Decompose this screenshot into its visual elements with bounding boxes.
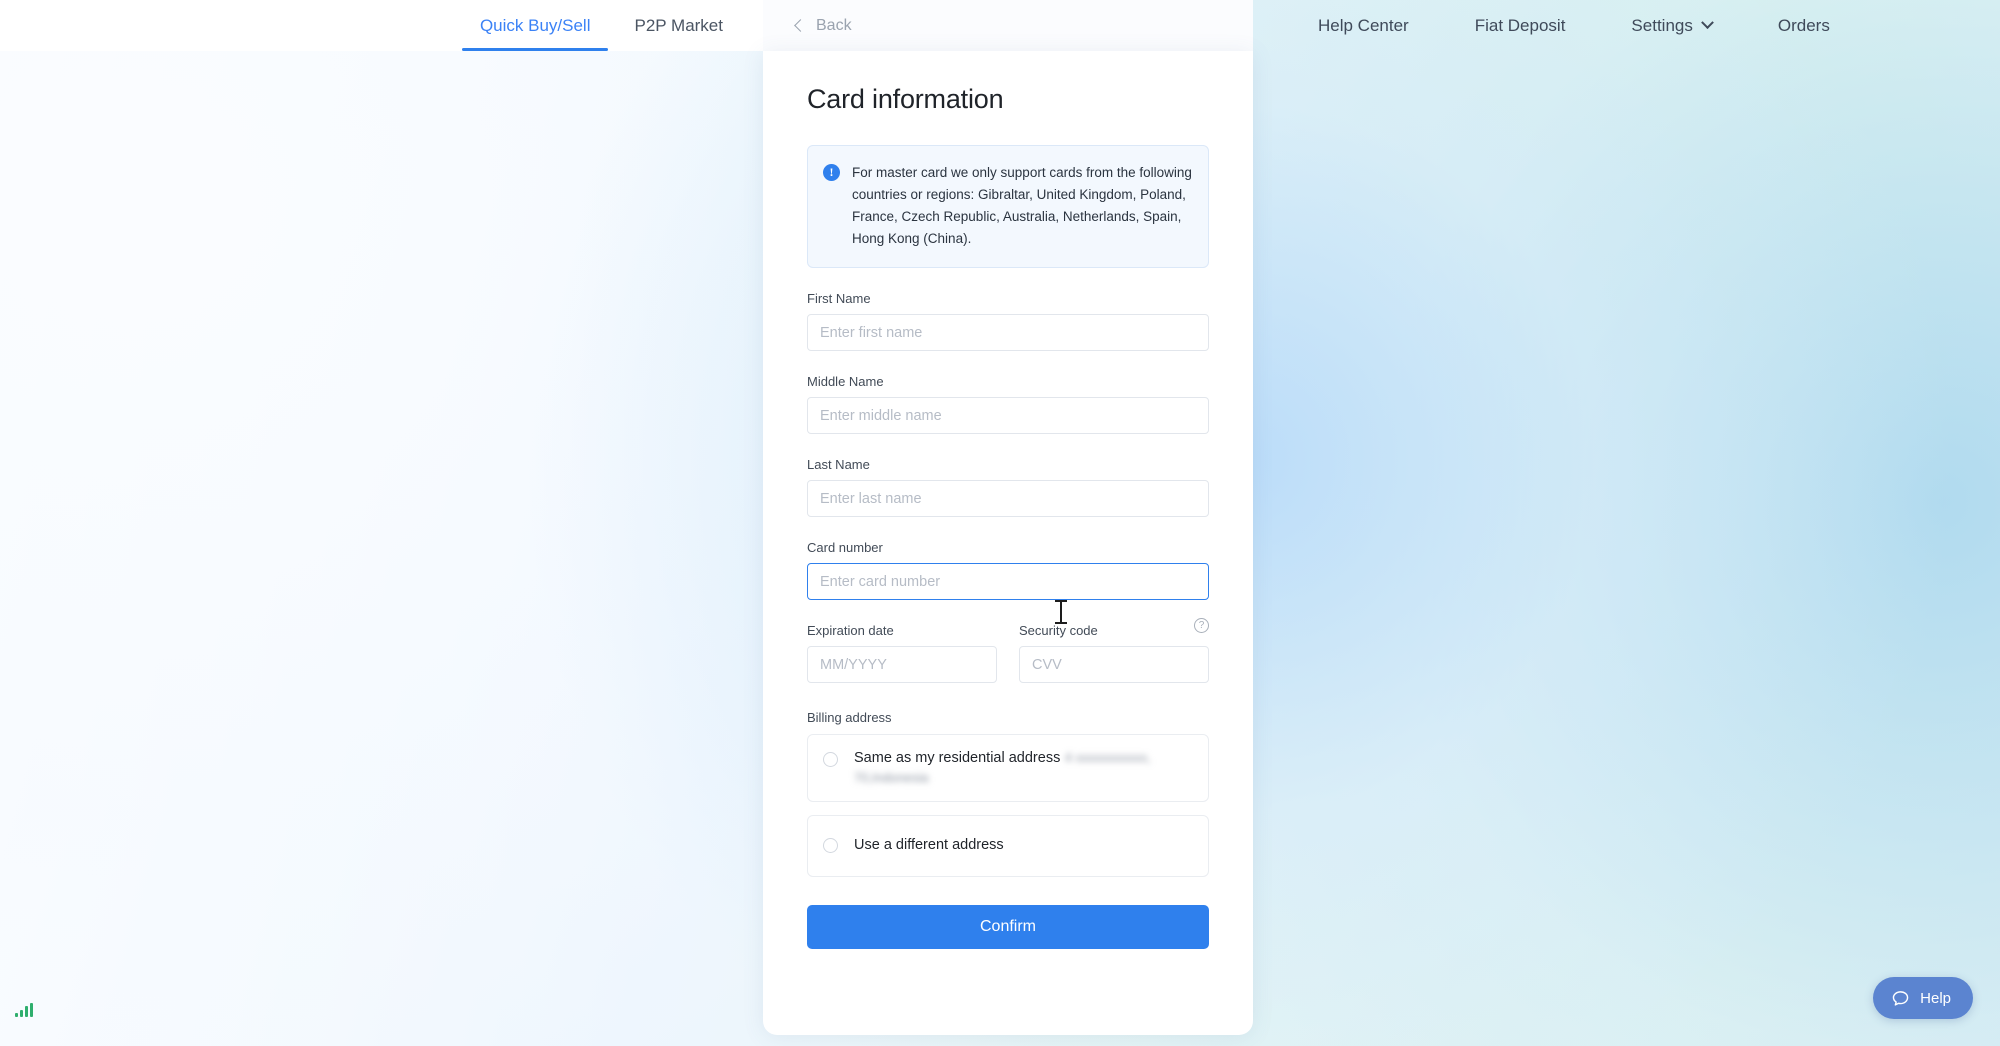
last-name-field-group: Last Name bbox=[807, 457, 1209, 517]
tab-quick-buy-sell-label: Quick Buy/Sell bbox=[479, 15, 591, 35]
nav-item-help-center[interactable]: Help Center bbox=[1285, 0, 1442, 51]
card-number-label: Card number bbox=[807, 540, 883, 555]
help-widget-button[interactable]: Help bbox=[1873, 977, 1973, 1019]
billing-address-label: Billing address bbox=[807, 710, 892, 725]
middle-name-input[interactable] bbox=[807, 397, 1209, 434]
expiration-date-field-group: Expiration date bbox=[807, 623, 997, 683]
primary-tabs: Quick Buy/Sell P2P Market bbox=[0, 0, 763, 51]
last-name-input[interactable] bbox=[807, 480, 1209, 517]
security-code-label: Security code bbox=[1019, 623, 1098, 638]
security-code-field-group: Security code bbox=[1019, 623, 1209, 683]
page-title: Card information bbox=[807, 84, 1004, 114]
first-name-input[interactable] bbox=[807, 314, 1209, 351]
last-name-label: Last Name bbox=[807, 457, 870, 472]
security-code-input[interactable] bbox=[1019, 646, 1209, 683]
card-number-field-group: Card number bbox=[807, 540, 1209, 600]
first-name-field-group: First Name bbox=[807, 291, 1209, 351]
nav-item-fiat-deposit-label: Fiat Deposit bbox=[1474, 15, 1566, 35]
info-icon: ! bbox=[823, 164, 840, 181]
confirm-button[interactable]: Confirm bbox=[807, 904, 1209, 949]
question-mark-icon[interactable]: ? bbox=[1194, 618, 1209, 633]
help-widget-label: Help bbox=[1920, 989, 1951, 1007]
radio-icon[interactable] bbox=[823, 838, 838, 854]
chevron-left-icon bbox=[794, 19, 807, 32]
tab-p2p-market[interactable]: P2P Market bbox=[612, 0, 745, 51]
chat-bubble-icon bbox=[1892, 990, 1909, 1006]
chevron-down-icon bbox=[1700, 16, 1714, 30]
nav-item-settings[interactable]: Settings bbox=[1598, 0, 1744, 51]
billing-option-same-as-residential[interactable]: Same as my residential address 4 xxxxxxx… bbox=[807, 734, 1209, 802]
card-information-panel: Card information ! For master card we on… bbox=[763, 51, 1253, 1035]
expiration-date-input[interactable] bbox=[807, 646, 997, 683]
supported-countries-banner: ! For master card we only support cards … bbox=[807, 145, 1209, 268]
top-navigation-bar: Quick Buy/Sell P2P Market Back Help Cent… bbox=[0, 0, 2000, 51]
secondary-nav: Help Center Fiat Deposit Settings Orders bbox=[1253, 0, 2000, 51]
expiry-security-row: Expiration date Security code ? bbox=[807, 618, 1209, 683]
middle-name-field-group: Middle Name bbox=[807, 374, 1209, 434]
back-button[interactable]: Back bbox=[794, 16, 852, 35]
nav-item-settings-label: Settings bbox=[1631, 15, 1693, 35]
nav-item-help-center-label: Help Center bbox=[1318, 15, 1409, 35]
nav-item-fiat-deposit[interactable]: Fiat Deposit bbox=[1442, 0, 1599, 51]
nav-item-orders[interactable]: Orders bbox=[1745, 0, 1863, 51]
middle-name-label: Middle Name bbox=[807, 374, 884, 389]
back-button-label: Back bbox=[816, 16, 852, 34]
billing-option-body: Same as my residential address 4 xxxxxxx… bbox=[854, 749, 1193, 787]
modal-header-bar: Back bbox=[763, 0, 1253, 51]
supported-countries-banner-text: For master card we only support cards fr… bbox=[852, 165, 1192, 246]
signal-bars-icon bbox=[15, 1003, 33, 1017]
billing-option-same-title: Same as my residential address bbox=[854, 750, 1061, 766]
nav-item-orders-label: Orders bbox=[1777, 15, 1830, 35]
first-name-label: First Name bbox=[807, 291, 871, 306]
billing-option-different-address[interactable]: Use a different address bbox=[807, 814, 1209, 877]
card-number-input[interactable] bbox=[807, 563, 1209, 600]
radio-icon[interactable] bbox=[823, 752, 838, 767]
expiration-date-label: Expiration date bbox=[807, 623, 894, 638]
billing-option-body: Use a different address bbox=[854, 836, 1193, 856]
tab-quick-buy-sell[interactable]: Quick Buy/Sell bbox=[458, 0, 613, 51]
tab-p2p-market-label: P2P Market bbox=[634, 15, 723, 35]
billing-option-different-title: Use a different address bbox=[854, 836, 1004, 853]
